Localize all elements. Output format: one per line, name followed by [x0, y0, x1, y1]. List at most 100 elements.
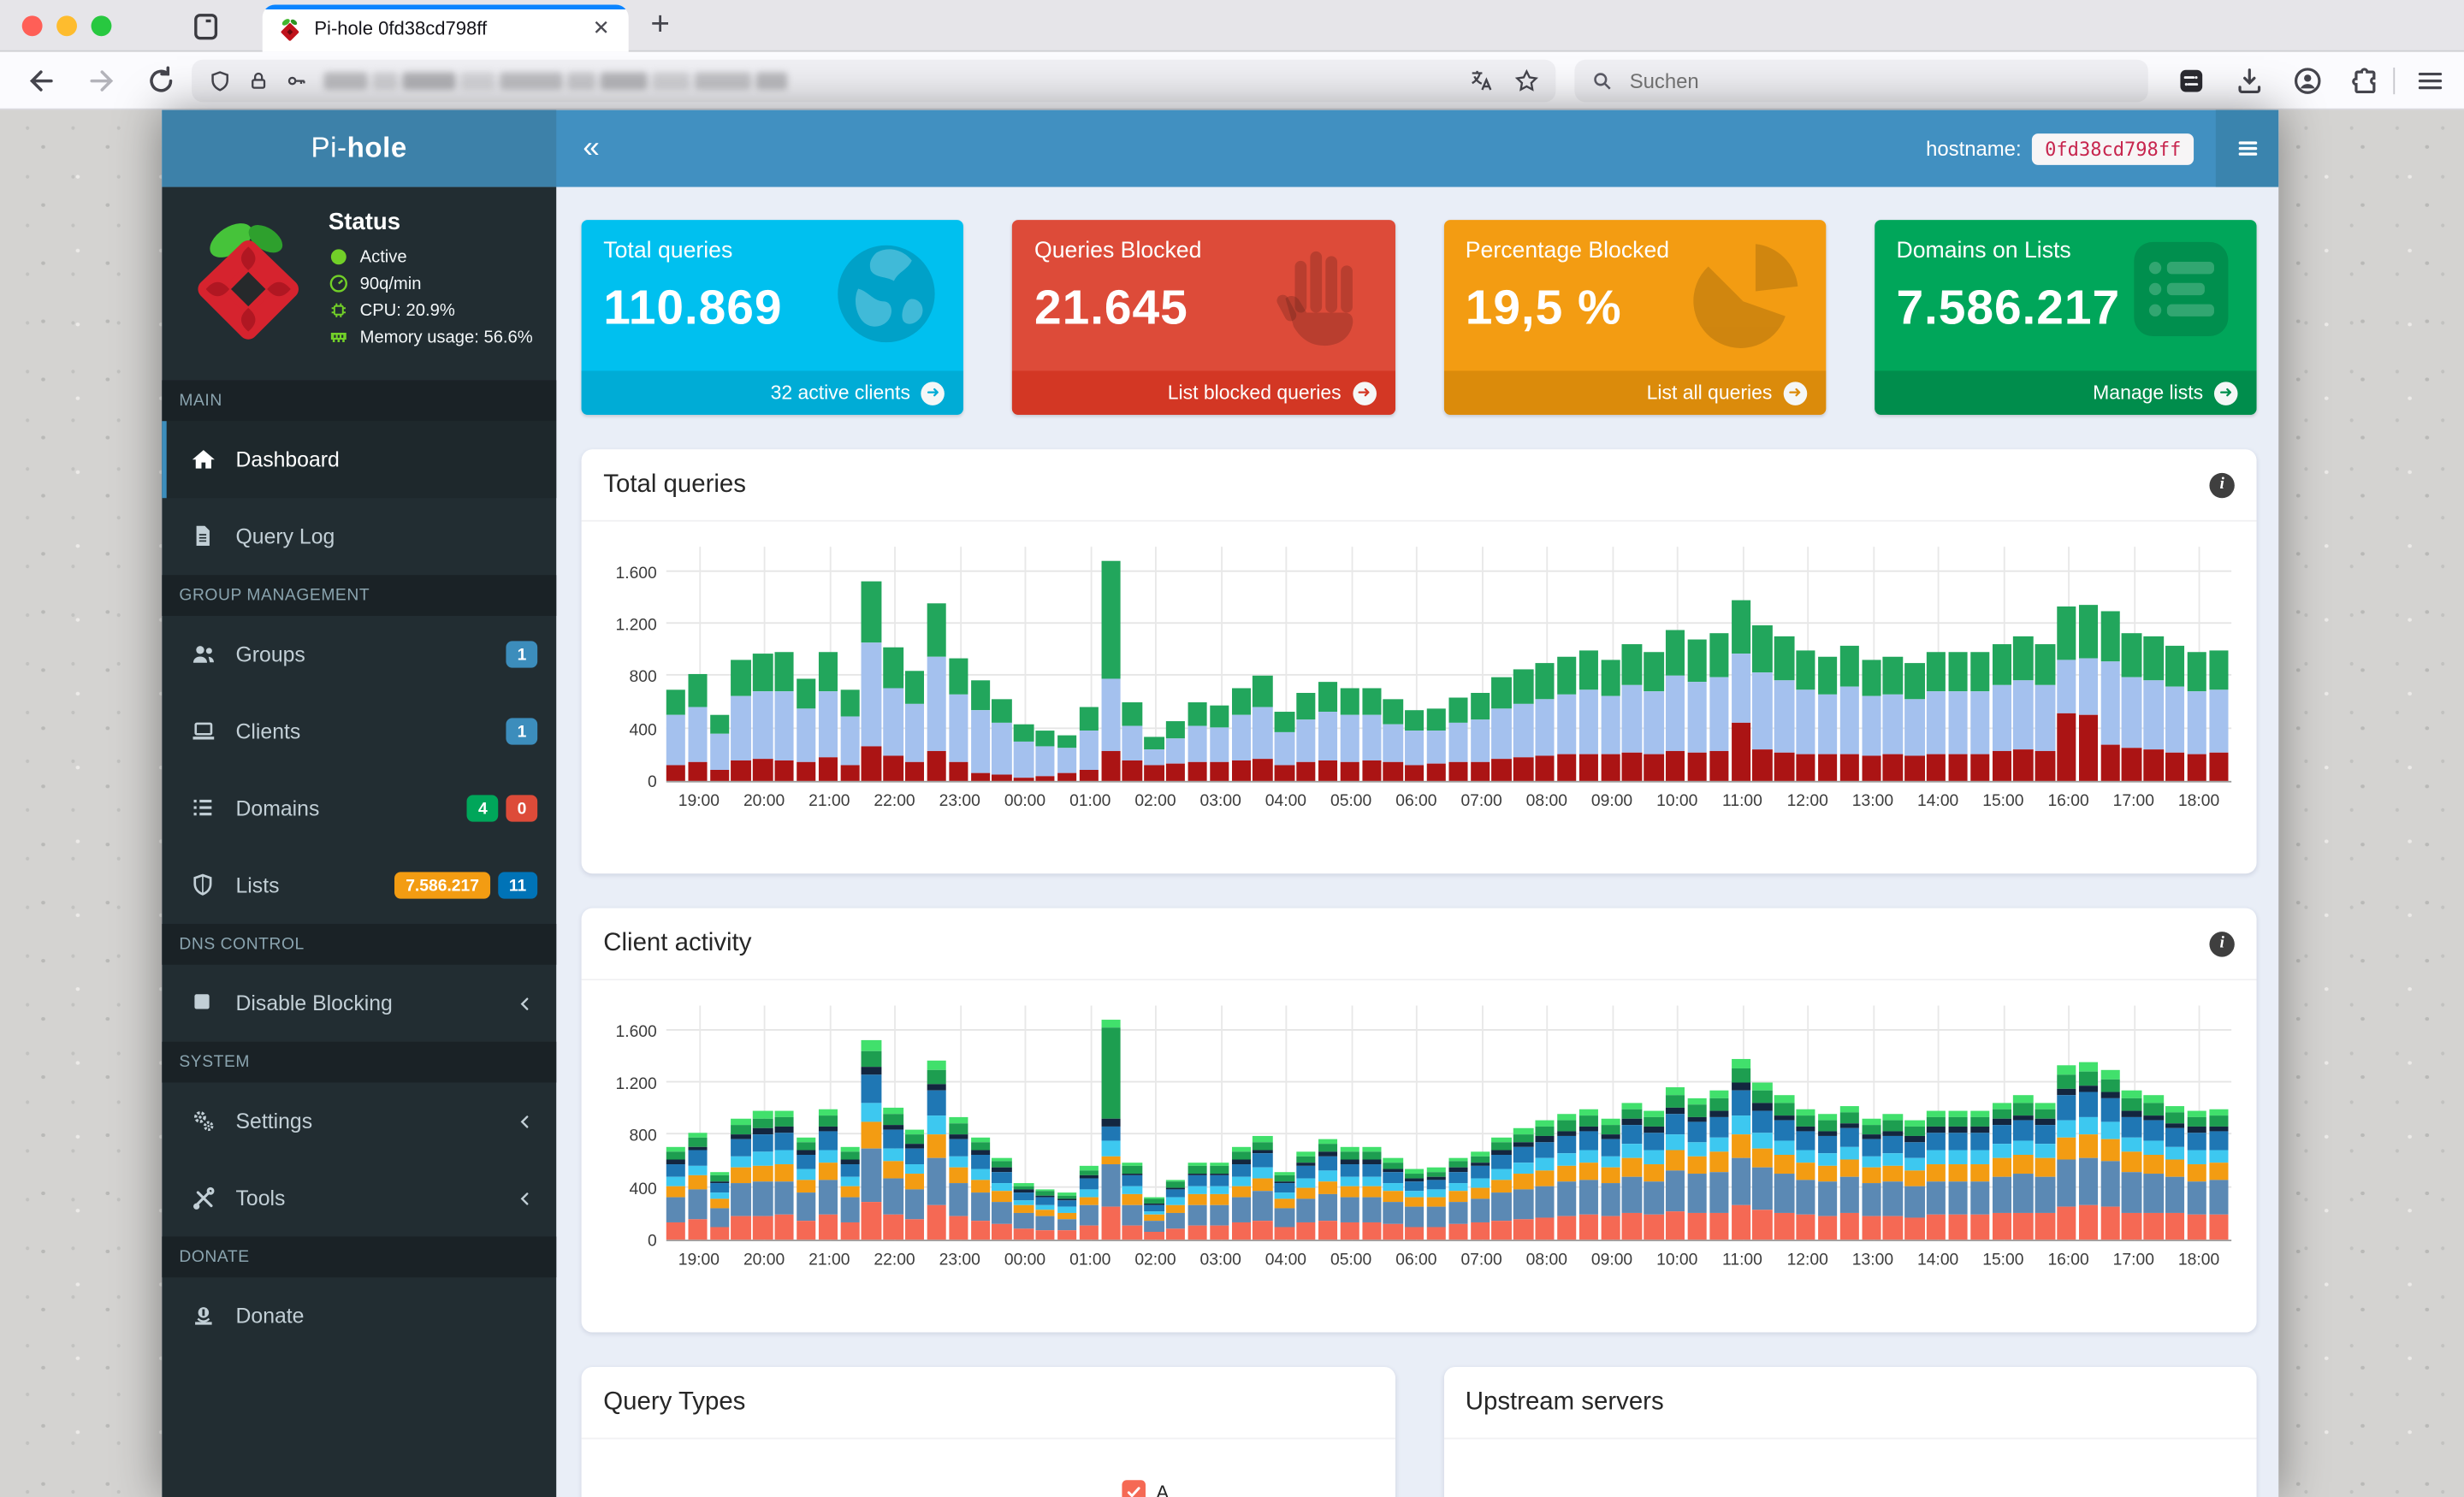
desktop-background: Pi-hole « hostname: 0fd38cd798ff Status: [0, 109, 2464, 1497]
x-axis-tick-label: 07:00: [1460, 791, 1502, 811]
stop-icon: [190, 990, 216, 1016]
y-axis-tick-label: 0: [648, 772, 657, 792]
x-axis-tick-label: 16:00: [2047, 791, 2089, 811]
info-icon[interactable]: i: [2209, 931, 2235, 956]
x-axis-tick-label: 23:00: [939, 1251, 980, 1270]
forward-icon[interactable]: [85, 64, 118, 98]
total-queries-panel: Total queries i 0 400 800 1.200 1.600 19:00 20…: [581, 449, 2257, 874]
extensions-puzzle-icon[interactable]: [2349, 64, 2383, 98]
stacked-bar: [883, 647, 903, 781]
sidebar-item-donate[interactable]: Donate: [162, 1277, 556, 1354]
stacked-bar: [2187, 652, 2207, 781]
stacked-bar: [1839, 646, 1859, 781]
card-footer-link[interactable]: List all queries ➜: [1443, 370, 1826, 415]
card-footer-link[interactable]: 32 active clients ➜: [581, 370, 964, 415]
x-axis-tick-label: 08:00: [1525, 791, 1567, 811]
window-zoom-button[interactable]: [91, 15, 112, 37]
panel-title-upstream-servers: Upstream servers: [1465, 1388, 1664, 1415]
sidebar-item-label: Groups: [235, 642, 305, 666]
query-types-legend: A: [896, 1480, 1395, 1497]
stacked-bar: [1361, 1146, 1382, 1240]
search-icon: [1590, 69, 1614, 93]
stacked-bar: [862, 582, 882, 781]
panel-title-query-types: Query Types: [603, 1388, 746, 1415]
menu-hamburger-icon[interactable]: [2414, 64, 2447, 98]
sidebar-item-domains[interactable]: Domains 4 0: [162, 770, 556, 847]
sidebar-item-label: Settings: [235, 1109, 313, 1133]
stacked-bar: [1992, 1102, 2011, 1240]
upstream-servers-panel: Upstream servers: [1443, 1366, 2257, 1497]
pihole-page: Pi-hole « hostname: 0fd38cd798ff Status: [162, 109, 2279, 1497]
x-axis-tick-label: 09:00: [1590, 1251, 1633, 1270]
tracking-shield-icon[interactable]: [207, 68, 232, 93]
x-axis-tick-label: 05:00: [1330, 1251, 1372, 1270]
browser-tab[interactable]: Pi-hole 0fd38cd798ff ✕: [262, 4, 629, 52]
panel-title-client-activity: Client activity: [603, 929, 752, 956]
sidebar-item-label: Query Log: [235, 524, 335, 549]
tools-icon: [190, 1185, 216, 1211]
reload-icon[interactable]: [145, 64, 178, 98]
stacked-bar: [1883, 1114, 1903, 1240]
file-icon: [190, 524, 216, 550]
downloads-icon[interactable]: [2233, 64, 2266, 98]
gauge-icon: [329, 274, 349, 294]
tab-close-icon[interactable]: ✕: [589, 13, 613, 44]
window-close-button[interactable]: [21, 15, 43, 37]
x-axis-tick-label: 12:00: [1786, 791, 1828, 811]
arrow-circle-icon: ➜: [1783, 381, 1807, 405]
lock-icon[interactable]: [246, 69, 270, 93]
card-footer-link[interactable]: List blocked queries ➜: [1012, 370, 1395, 415]
main-content: Total queries 110.869 32 active clients ➜ Qu…: [556, 187, 2278, 1497]
back-icon[interactable]: [25, 64, 58, 98]
card-title: Percentage Blocked: [1465, 239, 1670, 264]
info-icon[interactable]: i: [2209, 471, 2235, 498]
stacked-bar: [1340, 1146, 1359, 1240]
stacked-bar: [2187, 1109, 2207, 1240]
bookmark-star-icon[interactable]: [1513, 68, 1540, 94]
search-input[interactable]: [1626, 67, 2133, 95]
window-minimize-button[interactable]: [56, 15, 77, 37]
stacked-bar: [1318, 681, 1338, 781]
arrow-circle-icon: ➜: [1352, 381, 1377, 405]
legend-checkbox-a[interactable]: [1121, 1480, 1146, 1497]
x-axis-tick-label: 10:00: [1656, 791, 1698, 811]
url-bar[interactable]: [192, 59, 1556, 103]
status-value: CPU: 20.9%: [359, 300, 455, 320]
sidebar-item-tools[interactable]: Tools: [162, 1160, 556, 1237]
pihole-menu-button[interactable]: [2215, 109, 2279, 187]
client-activity-chart: 0 400 800 1.200 1.600 19:00 20:00 21:00 22:00 23:…: [591, 999, 2235, 1320]
sidebar-collapse-button[interactable]: «: [583, 110, 599, 187]
stacked-bar: [1274, 711, 1294, 781]
card-footer-link[interactable]: Manage lists ➜: [1874, 370, 2257, 415]
x-axis-tick-label: 06:00: [1395, 1251, 1437, 1270]
count-badge: 4: [467, 795, 499, 822]
card-value: 7.586.217: [1896, 279, 2121, 335]
account-icon[interactable]: [2291, 64, 2325, 98]
sidebar-item-groups[interactable]: Groups 1: [162, 616, 556, 693]
sidebar-item-clients[interactable]: Clients 1: [162, 693, 556, 770]
x-axis-tick-label: 11:00: [1722, 1251, 1762, 1270]
new-tab-button[interactable]: +: [650, 6, 670, 44]
sidebar-item-query-log[interactable]: Query Log: [162, 498, 556, 575]
sidebar-item-disable-blocking[interactable]: Disable Blocking: [162, 965, 556, 1042]
stacked-bar: [1231, 688, 1251, 781]
sidebar-item-lists[interactable]: Lists 7.586.217 11: [162, 847, 556, 924]
card-title: Domains on Lists: [1896, 239, 2071, 264]
legend-label-a[interactable]: A: [1156, 1481, 1169, 1497]
list-all-tabs-icon[interactable]: [188, 9, 222, 44]
stacked-bar: [1557, 1114, 1577, 1240]
stacked-bar: [797, 1137, 816, 1240]
sidebar-item-dashboard[interactable]: Dashboard: [162, 421, 557, 499]
translate-icon[interactable]: [1468, 68, 1495, 94]
search-bar[interactable]: [1574, 59, 2148, 103]
count-badge: 1: [506, 641, 538, 668]
dot-icon: [329, 246, 349, 267]
sidebar-panel-icon[interactable]: [2175, 64, 2208, 98]
pihole-logo[interactable]: Pi-hole: [162, 109, 557, 187]
stacked-bar: [1513, 669, 1533, 781]
key-icon[interactable]: [284, 69, 308, 93]
x-axis-tick-label: 17:00: [2112, 1251, 2154, 1270]
sidebar-item-settings[interactable]: Settings: [162, 1083, 556, 1160]
y-axis-tick-label: 1.600: [615, 1022, 657, 1042]
x-axis-tick-label: 10:00: [1656, 1251, 1698, 1270]
